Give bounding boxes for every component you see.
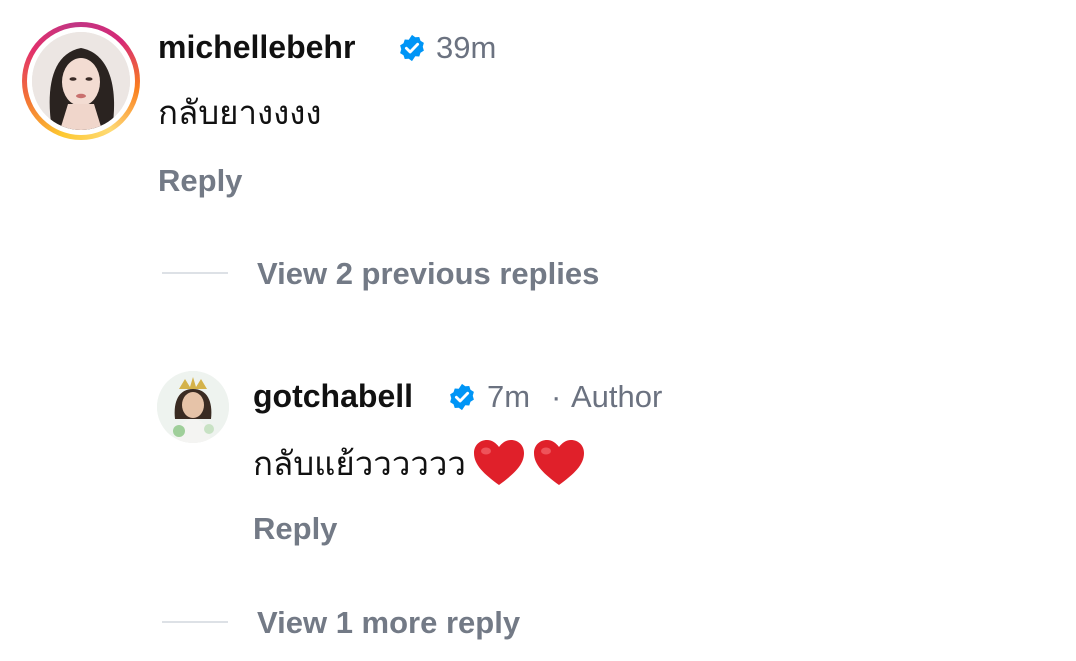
divider <box>162 272 228 274</box>
verified-badge-icon <box>450 383 474 411</box>
username[interactable]: gotchabell <box>253 380 413 412</box>
author-label: Author <box>571 379 663 414</box>
comment-text: กลับแย้วววววว <box>253 444 466 482</box>
heart-emoji-icon <box>473 440 524 485</box>
meta-separator: · <box>551 379 562 414</box>
comment-body: กลับแย้วววววว <box>253 438 586 488</box>
story-ring[interactable] <box>22 22 140 140</box>
comment-text: กลับยางงงง <box>158 94 322 131</box>
username[interactable]: michellebehr <box>158 31 355 63</box>
view-more-replies-link[interactable]: View 1 more reply <box>257 607 520 638</box>
avatar[interactable] <box>157 371 229 443</box>
avatar[interactable] <box>32 32 130 130</box>
heart-emoji-icon <box>533 440 584 485</box>
view-previous-replies-link[interactable]: View 2 previous replies <box>257 258 599 289</box>
divider <box>162 621 228 623</box>
reply-button[interactable]: Reply <box>253 513 337 544</box>
timestamp: 39m <box>436 30 497 65</box>
reply-button[interactable]: Reply <box>158 165 242 196</box>
verified-badge-icon <box>400 34 424 62</box>
timestamp: 7m <box>487 379 531 414</box>
